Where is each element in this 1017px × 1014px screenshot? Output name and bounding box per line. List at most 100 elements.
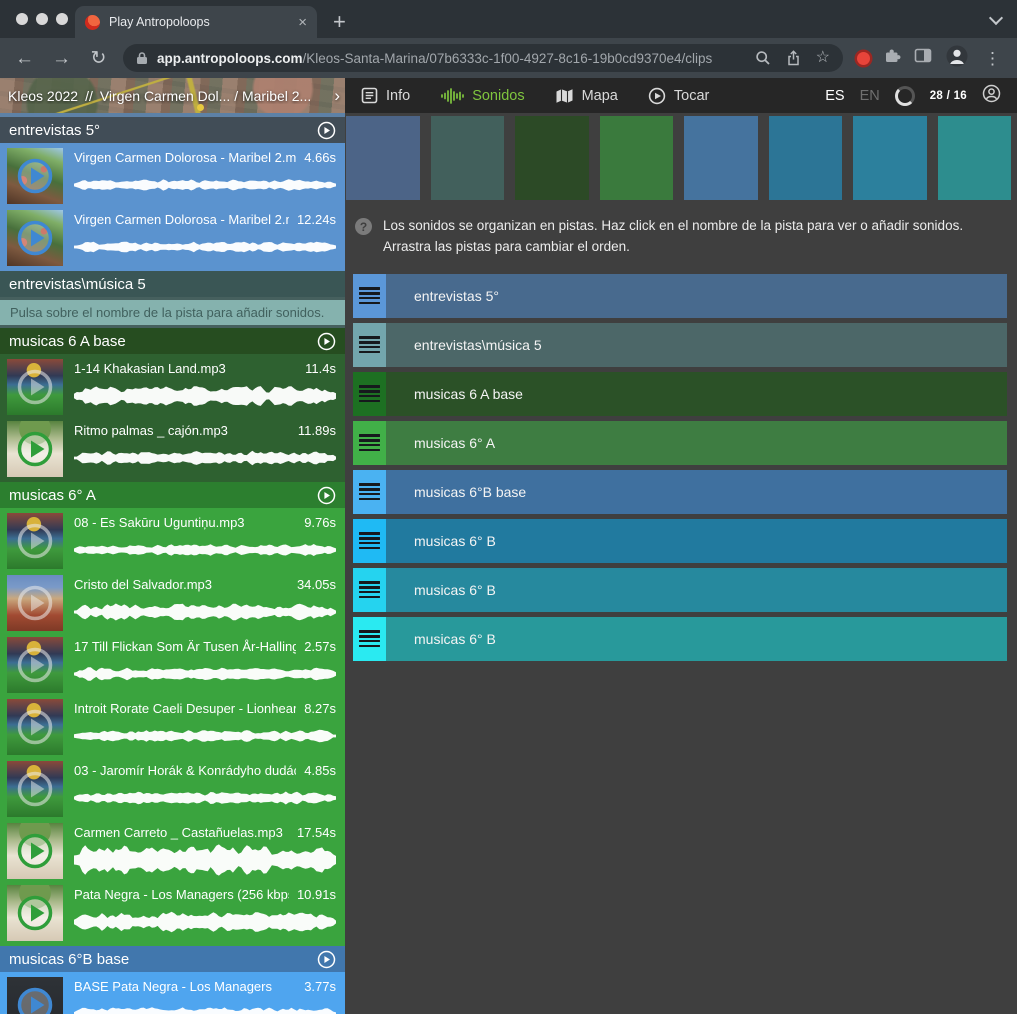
clip-name[interactable]: Virgen Carmen Dolorosa - Maribel 2.mp3 [74, 211, 289, 228]
section-play-button[interactable] [317, 332, 336, 351]
clip-thumbnail[interactable] [7, 761, 63, 817]
clip-thumbnail[interactable] [7, 513, 63, 569]
clip-name[interactable]: Pata Negra - Los Managers (256 kbps).mp3 [74, 886, 289, 903]
lock-icon[interactable] [136, 51, 148, 65]
clip-play-icon[interactable] [15, 769, 55, 809]
browser-menu-icon[interactable]: ⋮ [982, 50, 1003, 67]
clip-thumbnail[interactable] [7, 210, 63, 266]
minimize-window-icon[interactable] [36, 13, 48, 25]
address-bar[interactable]: app.antropoloops.com/Kleos-Santa-Marina/… [123, 44, 843, 72]
clip-waveform[interactable] [74, 779, 336, 817]
clip-item[interactable]: Pata Negra - Los Managers (256 kbps).mp3… [0, 883, 345, 943]
tab-search-chevron-icon[interactable] [989, 11, 1003, 25]
clip-thumbnail[interactable] [7, 699, 63, 755]
back-button[interactable]: ← [6, 49, 43, 68]
clip-waveform[interactable] [74, 655, 336, 693]
clip-name[interactable]: Ritmo palmas _ cajón.mp3 [74, 422, 228, 439]
track-name[interactable]: musicas 6° B [414, 533, 496, 549]
clip-thumbnail[interactable] [7, 823, 63, 879]
clip-play-icon[interactable] [15, 893, 55, 933]
clip-play-icon[interactable] [15, 583, 55, 623]
window-controls[interactable] [16, 13, 68, 25]
account-icon[interactable] [982, 84, 1001, 107]
clip-name[interactable]: 08 - Es Sakūru Uguntiņu.mp3 [74, 514, 245, 531]
clip-name[interactable]: 03 - Jaromír Horák & Konrádyho dudácká .… [74, 762, 296, 779]
clip-waveform[interactable] [74, 841, 336, 879]
track-section-title[interactable]: entrevistas 5° [9, 122, 317, 139]
track-section-header[interactable]: entrevistas\música 5 [0, 271, 345, 297]
drag-handle[interactable] [353, 372, 386, 416]
breadcrumb-map-strip[interactable]: Kleos 2022//Virgen Carmen Dol... / Marib… [0, 78, 345, 113]
maximize-window-icon[interactable] [56, 13, 68, 25]
drag-handle[interactable] [353, 519, 386, 563]
clip-name[interactable]: Introit Rorate Caeli Desuper - Lionheart… [74, 700, 296, 717]
clip-name[interactable]: BASE Pata Negra - Los Managers [74, 978, 272, 995]
section-play-button[interactable] [317, 121, 336, 140]
clip-play-icon[interactable] [15, 831, 55, 871]
track-row[interactable]: musicas 6 A base [353, 372, 1007, 416]
clip-thumbnail[interactable] [7, 885, 63, 941]
clip-item[interactable]: Introit Rorate Caeli Desuper - Lionheart… [0, 697, 345, 757]
clip-waveform[interactable] [74, 903, 336, 941]
clip-play-icon[interactable] [15, 367, 55, 407]
clip-play-icon[interactable] [15, 156, 55, 196]
share-icon[interactable] [786, 50, 801, 66]
track-name[interactable]: musicas 6° B [414, 631, 496, 647]
track-row[interactable]: entrevistas\música 5 [353, 323, 1007, 367]
clip-waveform[interactable] [74, 995, 336, 1014]
clip-thumbnail[interactable] [7, 977, 63, 1014]
close-window-icon[interactable] [16, 13, 28, 25]
profile-avatar[interactable] [945, 44, 969, 73]
drag-handle[interactable] [353, 568, 386, 612]
clip-item[interactable]: Carmen Carreto _ Castañuelas.mp317.54s [0, 821, 345, 881]
breadcrumb-project[interactable]: Kleos 2022 [8, 88, 78, 104]
zoom-page-icon[interactable] [755, 50, 771, 66]
breadcrumb[interactable]: Kleos 2022//Virgen Carmen Dol... / Marib… [8, 88, 311, 104]
clip-play-icon[interactable] [15, 985, 55, 1014]
tab-close-icon[interactable]: × [298, 15, 307, 30]
track-name[interactable]: musicas 6° B [414, 582, 496, 598]
tab-tocar[interactable]: Tocar [648, 87, 709, 105]
section-play-button[interactable] [317, 950, 336, 969]
reload-button[interactable]: ↻ [80, 49, 117, 68]
track-section-header[interactable]: entrevistas 5° [0, 117, 345, 143]
track-section-header[interactable]: musicas 6 A base [0, 328, 345, 354]
clip-name[interactable]: Cristo del Salvador.mp3 [74, 576, 212, 593]
track-name[interactable]: musicas 6 A base [414, 386, 523, 402]
clip-item[interactable]: 17 Till Flickan Som Är Tusen År-Halling … [0, 635, 345, 695]
clip-play-icon[interactable] [15, 218, 55, 258]
clip-thumbnail[interactable] [7, 421, 63, 477]
clip-name[interactable]: Carmen Carreto _ Castañuelas.mp3 [74, 824, 283, 841]
clip-play-icon[interactable] [15, 429, 55, 469]
clip-item[interactable]: Virgen Carmen Dolorosa - Maribel 2.mp312… [0, 208, 345, 268]
clip-item[interactable]: BASE Pata Negra - Los Managers3.77s [0, 975, 345, 1014]
track-section-title[interactable]: musicas 6° A [9, 487, 317, 504]
track-row[interactable]: musicas 6°B base [353, 470, 1007, 514]
sidebar-expand-icon[interactable]: › [334, 87, 340, 104]
section-play-button[interactable] [317, 486, 336, 505]
track-section-title[interactable]: musicas 6 A base [9, 333, 317, 350]
track-row[interactable]: musicas 6° A [353, 421, 1007, 465]
clip-thumbnail[interactable] [7, 637, 63, 693]
drag-handle[interactable] [353, 274, 386, 318]
side-panel-icon[interactable] [914, 47, 932, 69]
clip-play-icon[interactable] [15, 645, 55, 685]
track-section-title[interactable]: musicas 6°B base [9, 951, 317, 968]
lang-en-button[interactable]: EN [860, 88, 880, 104]
track-section-header[interactable]: musicas 6°B base [0, 946, 345, 972]
track-name[interactable]: entrevistas 5° [414, 288, 499, 304]
drag-handle[interactable] [353, 470, 386, 514]
track-row[interactable]: musicas 6° B [353, 519, 1007, 563]
extensions-puzzle-icon[interactable] [883, 47, 901, 70]
track-row[interactable]: musicas 6° B [353, 568, 1007, 612]
clip-name[interactable]: 1-14 Khakasian Land.mp3 [74, 360, 226, 377]
forward-button[interactable]: → [43, 49, 80, 68]
clip-thumbnail[interactable] [7, 575, 63, 631]
tab-sonidos[interactable]: Sonidos [440, 88, 524, 104]
drag-handle[interactable] [353, 617, 386, 661]
clip-waveform[interactable] [74, 439, 336, 477]
track-row[interactable]: entrevistas 5° [353, 274, 1007, 318]
track-name[interactable]: musicas 6° A [414, 435, 495, 451]
clip-waveform[interactable] [74, 166, 336, 204]
clip-play-icon[interactable] [15, 707, 55, 747]
